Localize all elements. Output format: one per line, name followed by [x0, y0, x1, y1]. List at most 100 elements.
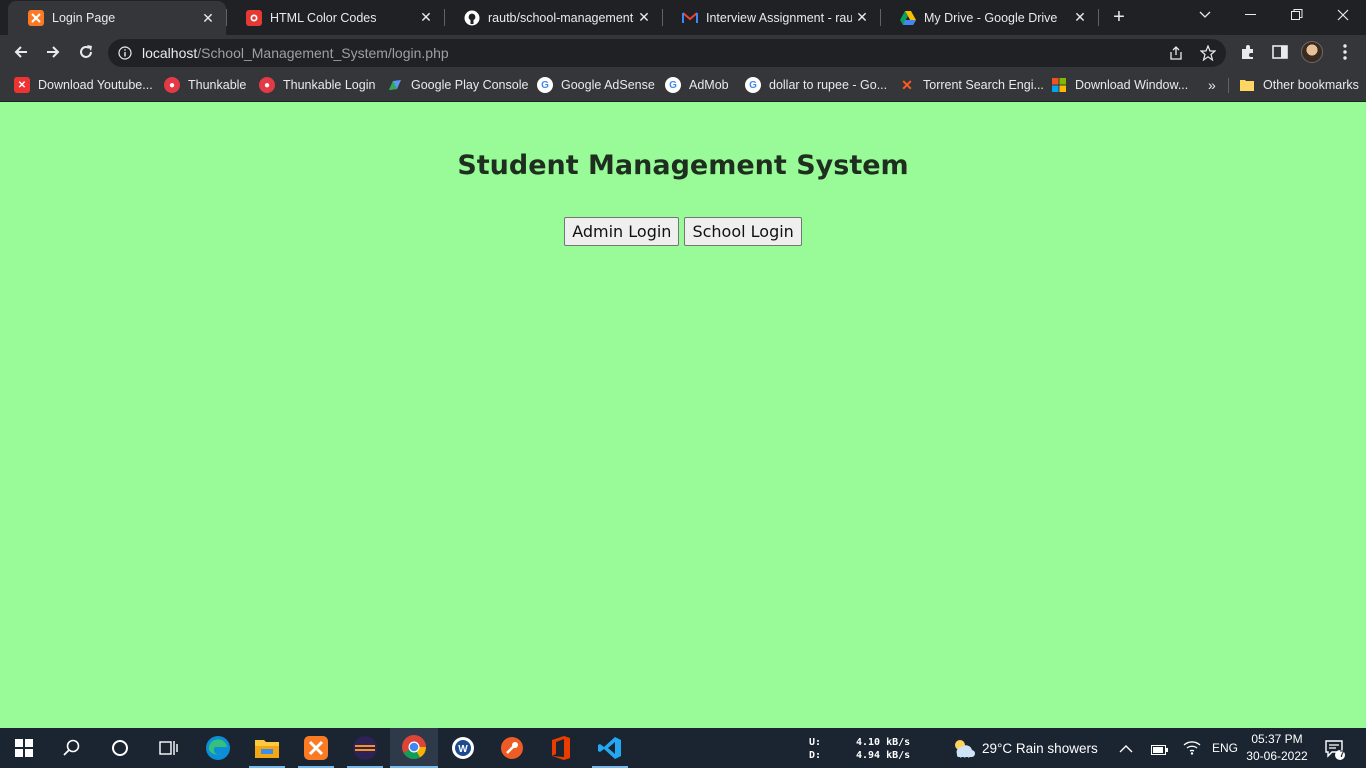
tab-google-drive[interactable]: My Drive - Google Drive ✕ [880, 0, 1098, 35]
svg-text:W: W [458, 744, 468, 755]
tab-search-button[interactable] [1182, 0, 1228, 30]
side-panel-button[interactable] [1268, 40, 1292, 64]
google-drive-icon [900, 10, 916, 26]
tab-github-repo[interactable]: rautb/school-management-sy ✕ [444, 0, 662, 35]
bookmark-label: Google Play Console [411, 78, 529, 92]
url-host: localhost [142, 45, 198, 61]
bookmark-thunkable-login[interactable]: ● Thunkable Login [259, 76, 375, 94]
weather-icon[interactable] [951, 738, 976, 763]
taskbar-postman[interactable] [488, 728, 536, 768]
close-window-button[interactable] [1320, 0, 1366, 30]
battery-icon[interactable] [1151, 742, 1169, 760]
bookmark-label: AdMob [689, 78, 729, 92]
close-icon[interactable]: ✕ [634, 8, 654, 28]
url-text[interactable]: localhost/School_Management_System/login… [142, 45, 449, 61]
youtube-downloader-icon: ✕ [14, 77, 30, 93]
taskbar-edge[interactable] [194, 728, 242, 768]
bookmark-label: Thunkable Login [283, 78, 376, 92]
profile-avatar[interactable] [1301, 41, 1323, 63]
bookmark-label: Download Youtube... [38, 78, 153, 92]
action-center-button[interactable]: 7 [1324, 738, 1346, 765]
close-icon[interactable]: ✕ [852, 8, 872, 28]
bookmark-google-adsense[interactable]: G Google AdSense [537, 76, 655, 94]
bookmark-dollar-to-rupee[interactable]: G dollar to rupee - Go... [745, 76, 887, 94]
office-icon [552, 736, 570, 760]
cortana-icon [112, 740, 128, 756]
bookmark-label: dollar to rupee - Go... [769, 78, 888, 92]
bookmarks-overflow-button[interactable]: » [1208, 76, 1216, 94]
wifi-icon[interactable] [1183, 739, 1201, 760]
bookmark-thunkable[interactable]: ● Thunkable [164, 76, 246, 94]
taskbar-file-explorer[interactable] [243, 728, 291, 768]
info-icon[interactable] [118, 46, 132, 60]
tab-html-color-codes[interactable]: HTML Color Codes ✕ [226, 0, 444, 35]
minimize-button[interactable] [1228, 0, 1274, 30]
taskbar-xampp[interactable] [292, 728, 340, 768]
eclipse-icon [353, 736, 377, 760]
bookmark-download-windows[interactable]: Download Window... [1051, 76, 1188, 94]
taskbar-vscode[interactable] [586, 728, 634, 768]
bookmark-torrent-search[interactable]: ✕ Torrent Search Engi... [899, 76, 1044, 94]
page-content: Student Management System Admin Login Sc… [0, 102, 1366, 728]
school-login-button[interactable]: School Login [684, 217, 802, 246]
chevron-down-icon [1199, 11, 1211, 18]
word-icon: W [452, 737, 474, 759]
html-color-codes-icon [246, 9, 262, 26]
taskbar-eclipse[interactable] [341, 728, 389, 768]
upload-speed: 4.10 kB/s [856, 737, 911, 748]
vscode-icon [598, 737, 621, 759]
weather-text[interactable]: 29°C Rain showers [982, 741, 1098, 756]
bookmark-admob[interactable]: G AdMob [665, 76, 729, 94]
new-tab-button[interactable]: + [1108, 6, 1130, 28]
taskbar-chrome[interactable] [390, 728, 438, 768]
other-bookmarks-folder[interactable]: Other bookmarks [1239, 76, 1359, 94]
file-explorer-icon [255, 740, 279, 758]
google-icon: G [665, 77, 681, 93]
back-button[interactable] [9, 40, 33, 64]
address-bar[interactable]: localhost/School_Management_System/login… [108, 39, 1226, 67]
bookmarks-divider [1228, 78, 1229, 93]
more-vert-icon [1343, 44, 1347, 60]
close-icon[interactable]: ✕ [1070, 8, 1090, 28]
close-icon[interactable]: ✕ [198, 8, 218, 28]
network-speed: 4.10 kB/s 4.94 kB/s [856, 736, 910, 762]
star-icon[interactable] [1200, 45, 1216, 61]
thunkable-icon: ● [164, 77, 180, 93]
postman-icon [501, 737, 523, 759]
reload-icon [80, 45, 92, 58]
tab-login-page[interactable]: Login Page ✕ [8, 1, 226, 35]
cortana-button[interactable] [96, 728, 144, 768]
browser-toolbar: localhost/School_Management_System/login… [0, 35, 1366, 69]
search-button[interactable] [48, 728, 96, 768]
taskbar-office[interactable] [537, 728, 585, 768]
page-title: Student Management System [457, 150, 909, 181]
url-path: /School_Management_System/login.php [197, 45, 449, 61]
reload-button[interactable] [74, 40, 98, 64]
forward-button[interactable] [41, 40, 65, 64]
admin-login-button[interactable]: Admin Login [564, 217, 680, 246]
taskbar-word[interactable]: W [439, 728, 487, 768]
extensions-button[interactable] [1236, 40, 1260, 64]
share-icon[interactable] [1168, 45, 1184, 61]
github-icon [464, 10, 480, 26]
bookmark-download-youtube[interactable]: ✕ Download Youtube... [14, 76, 153, 94]
tab-gmail[interactable]: Interview Assignment - raut8 ✕ [662, 0, 880, 35]
restore-icon [1291, 9, 1303, 20]
xampp-icon [304, 736, 328, 760]
close-icon[interactable]: ✕ [416, 8, 436, 28]
bookmark-label: Torrent Search Engi... [923, 78, 1044, 92]
clock-time: 05:37 PM [1251, 732, 1303, 746]
language-indicator[interactable]: ENG [1212, 741, 1238, 755]
bookmarks-bar: ✕ Download Youtube... ● Thunkable ● Thun… [0, 69, 1366, 102]
bookmark-google-play-console[interactable]: Google Play Console [387, 76, 528, 94]
browser-menu-button[interactable] [1333, 40, 1357, 64]
windows-taskbar: W U: D: 4.10 kB/s 4.94 kB/s 29°C Rain sh… [0, 728, 1366, 768]
tab-title: Interview Assignment - raut8 [706, 10, 852, 25]
restore-button[interactable] [1274, 0, 1320, 30]
close-icon [1337, 9, 1349, 21]
clock[interactable]: 05:37 PM 30-06-2022 [1244, 731, 1310, 765]
start-button[interactable] [0, 728, 48, 768]
show-hidden-icons-button[interactable] [1119, 741, 1133, 759]
google-icon: G [537, 77, 553, 93]
task-view-button[interactable] [144, 728, 192, 768]
